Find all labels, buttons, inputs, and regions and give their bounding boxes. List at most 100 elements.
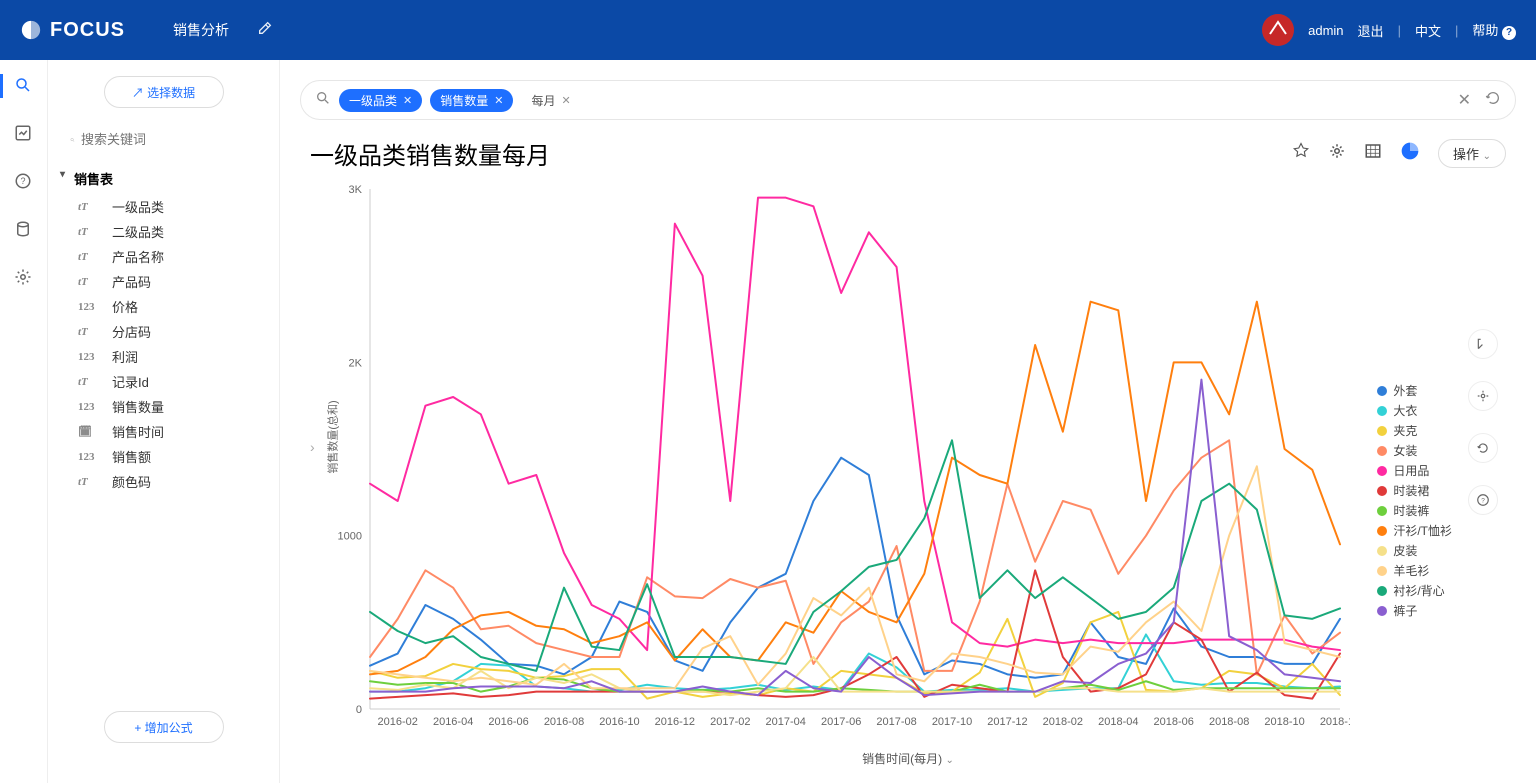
svg-text:2018-12: 2018-12 — [1320, 716, 1350, 728]
table-header[interactable]: 销售表 — [48, 165, 279, 194]
line-chart[interactable]: 010002K3K2016-022016-042016-062016-08201… — [310, 179, 1350, 749]
legend-item[interactable]: 日用品 — [1377, 462, 1452, 479]
legend-item[interactable]: 时装裤 — [1377, 502, 1452, 519]
field-label: 销售额 — [112, 447, 151, 466]
topbar: FOCUS 销售分析 admin 退出 | 中文 | 帮助 ? — [0, 0, 1536, 60]
field-item[interactable]: tT一级品类 — [48, 194, 279, 219]
field-label: 销售数量 — [112, 397, 164, 416]
help-icon[interactable]: ? — [1468, 485, 1498, 515]
query-token-quantity[interactable]: 销售数量✕ — [430, 89, 513, 112]
legend-item[interactable]: 外套 — [1377, 382, 1452, 399]
svg-text:2016-12: 2016-12 — [655, 716, 695, 728]
help-link[interactable]: 帮助 ? — [1472, 20, 1516, 40]
username[interactable]: admin — [1308, 23, 1343, 38]
query-token-monthly[interactable]: 每月 ✕ — [521, 89, 580, 112]
field-item[interactable]: tT记录Id — [48, 369, 279, 394]
legend-item[interactable]: 时装裙 — [1377, 482, 1452, 499]
field-label: 利润 — [112, 347, 138, 366]
field-item[interactable]: tT分店码 — [48, 319, 279, 344]
svg-text:2017-08: 2017-08 — [876, 716, 916, 728]
legend-item[interactable]: 羊毛衫 — [1377, 562, 1452, 579]
field-item[interactable]: 🗓销售时间 — [48, 419, 279, 444]
chart-title: 一级品类销售数量每月 — [310, 136, 550, 171]
field-search[interactable] — [64, 128, 263, 151]
search-icon — [70, 133, 75, 147]
title-row: 一级品类销售数量每月 操作 ⌄ — [280, 120, 1536, 179]
close-icon[interactable]: ✕ — [561, 94, 570, 107]
query-bar[interactable]: 一级品类✕ 销售数量✕ 每月 ✕ ✕ — [300, 80, 1516, 120]
query-token-category[interactable]: 一级品类✕ — [339, 89, 422, 112]
logout-link[interactable]: 退出 — [1358, 21, 1384, 40]
select-data-button[interactable]: ↗ 选择数据 — [104, 76, 224, 108]
gear-icon[interactable] — [14, 268, 34, 288]
gear-icon[interactable] — [1328, 142, 1346, 165]
field-item[interactable]: 123价格 — [48, 294, 279, 319]
field-item[interactable]: 123利润 — [48, 344, 279, 369]
main-panel: 一级品类✕ 销售数量✕ 每月 ✕ ✕ 一级品类销售数量每月 操作 ⌄ › 销售数… — [280, 60, 1536, 783]
section-title[interactable]: 销售分析 — [173, 20, 229, 40]
legend-item[interactable]: 皮装 — [1377, 542, 1452, 559]
x-axis-label[interactable]: 销售时间(每月) ⌄ — [310, 750, 1506, 767]
field-label: 一级品类 — [112, 197, 164, 216]
data-icon[interactable] — [14, 220, 34, 240]
brand-logo[interactable]: FOCUS — [20, 19, 125, 42]
svg-text:?: ? — [20, 176, 25, 186]
svg-text:2017-10: 2017-10 — [932, 716, 972, 728]
svg-text:2018-06: 2018-06 — [1154, 716, 1194, 728]
help-icon[interactable]: ? — [14, 172, 34, 192]
refresh-icon[interactable] — [1485, 90, 1501, 111]
pin-icon[interactable] — [1292, 142, 1310, 165]
svg-text:2016-08: 2016-08 — [544, 716, 584, 728]
svg-text:1000: 1000 — [338, 531, 362, 543]
svg-text:2017-12: 2017-12 — [987, 716, 1027, 728]
legend-item[interactable]: 汗衫/T恤衫 — [1377, 522, 1452, 539]
field-item[interactable]: tT产品名称 — [48, 244, 279, 269]
left-rail: ? — [0, 60, 48, 783]
y-axis-label: 销售数量(总和) — [325, 400, 341, 473]
svg-text:2018-02: 2018-02 — [1043, 716, 1083, 728]
operations-button[interactable]: 操作 ⌄ — [1438, 139, 1506, 168]
svg-text:2016-04: 2016-04 — [433, 716, 473, 728]
legend-item[interactable]: 衬衫/背心 — [1377, 582, 1452, 599]
table-icon[interactable] — [1364, 142, 1382, 165]
legend-item[interactable]: 裤子 — [1377, 602, 1452, 619]
legend-item[interactable]: 夹克 — [1377, 422, 1452, 439]
avatar[interactable] — [1262, 14, 1294, 46]
field-item[interactable]: tT颜色码 — [48, 469, 279, 494]
clear-icon[interactable]: ✕ — [1458, 90, 1471, 111]
chart-area: › 销售数量(总和) 010002K3K2016-022016-042016-0… — [310, 179, 1506, 769]
legend-item[interactable]: 女装 — [1377, 442, 1452, 459]
field-item[interactable]: 123销售数量 — [48, 394, 279, 419]
field-item[interactable]: tT产品码 — [48, 269, 279, 294]
topbar-right: admin 退出 | 中文 | 帮助 ? — [1262, 14, 1516, 46]
field-label: 记录Id — [112, 372, 149, 391]
refresh-icon[interactable] — [1468, 433, 1498, 463]
legend-item[interactable]: 大衣 — [1377, 402, 1452, 419]
svg-text:2016-10: 2016-10 — [599, 716, 639, 728]
close-icon[interactable]: ✕ — [494, 94, 503, 107]
expand-icon[interactable] — [1468, 329, 1498, 359]
field-label: 颜色码 — [112, 472, 151, 491]
field-label: 分店码 — [112, 322, 151, 341]
search-icon — [315, 90, 331, 111]
dashboard-icon[interactable] — [14, 124, 34, 144]
chart-type-icon[interactable] — [1400, 141, 1420, 166]
svg-text:2016-02: 2016-02 — [378, 716, 418, 728]
search-icon[interactable] — [14, 76, 34, 96]
svg-text:2K: 2K — [349, 357, 363, 369]
collapse-sidebar-icon[interactable]: › — [310, 439, 315, 455]
svg-text:?: ? — [1481, 497, 1485, 504]
field-label: 产品码 — [112, 272, 151, 291]
brand-text: FOCUS — [50, 19, 125, 42]
sidebar: ↗ 选择数据 销售表 tT一级品类tT二级品类tT产品名称tT产品码123价格t… — [48, 60, 280, 783]
edit-icon[interactable] — [257, 20, 273, 41]
field-item[interactable]: tT二级品类 — [48, 219, 279, 244]
field-item[interactable]: 123销售额 — [48, 444, 279, 469]
add-formula-button[interactable]: + 增加公式 — [104, 711, 224, 743]
close-icon[interactable]: ✕ — [403, 94, 412, 107]
field-list: tT一级品类tT二级品类tT产品名称tT产品码123价格tT分店码123利润tT… — [48, 194, 279, 494]
gear-icon[interactable] — [1468, 381, 1498, 411]
lang-link[interactable]: 中文 — [1415, 21, 1441, 40]
field-search-input[interactable] — [81, 132, 257, 147]
svg-text:2018-10: 2018-10 — [1264, 716, 1304, 728]
